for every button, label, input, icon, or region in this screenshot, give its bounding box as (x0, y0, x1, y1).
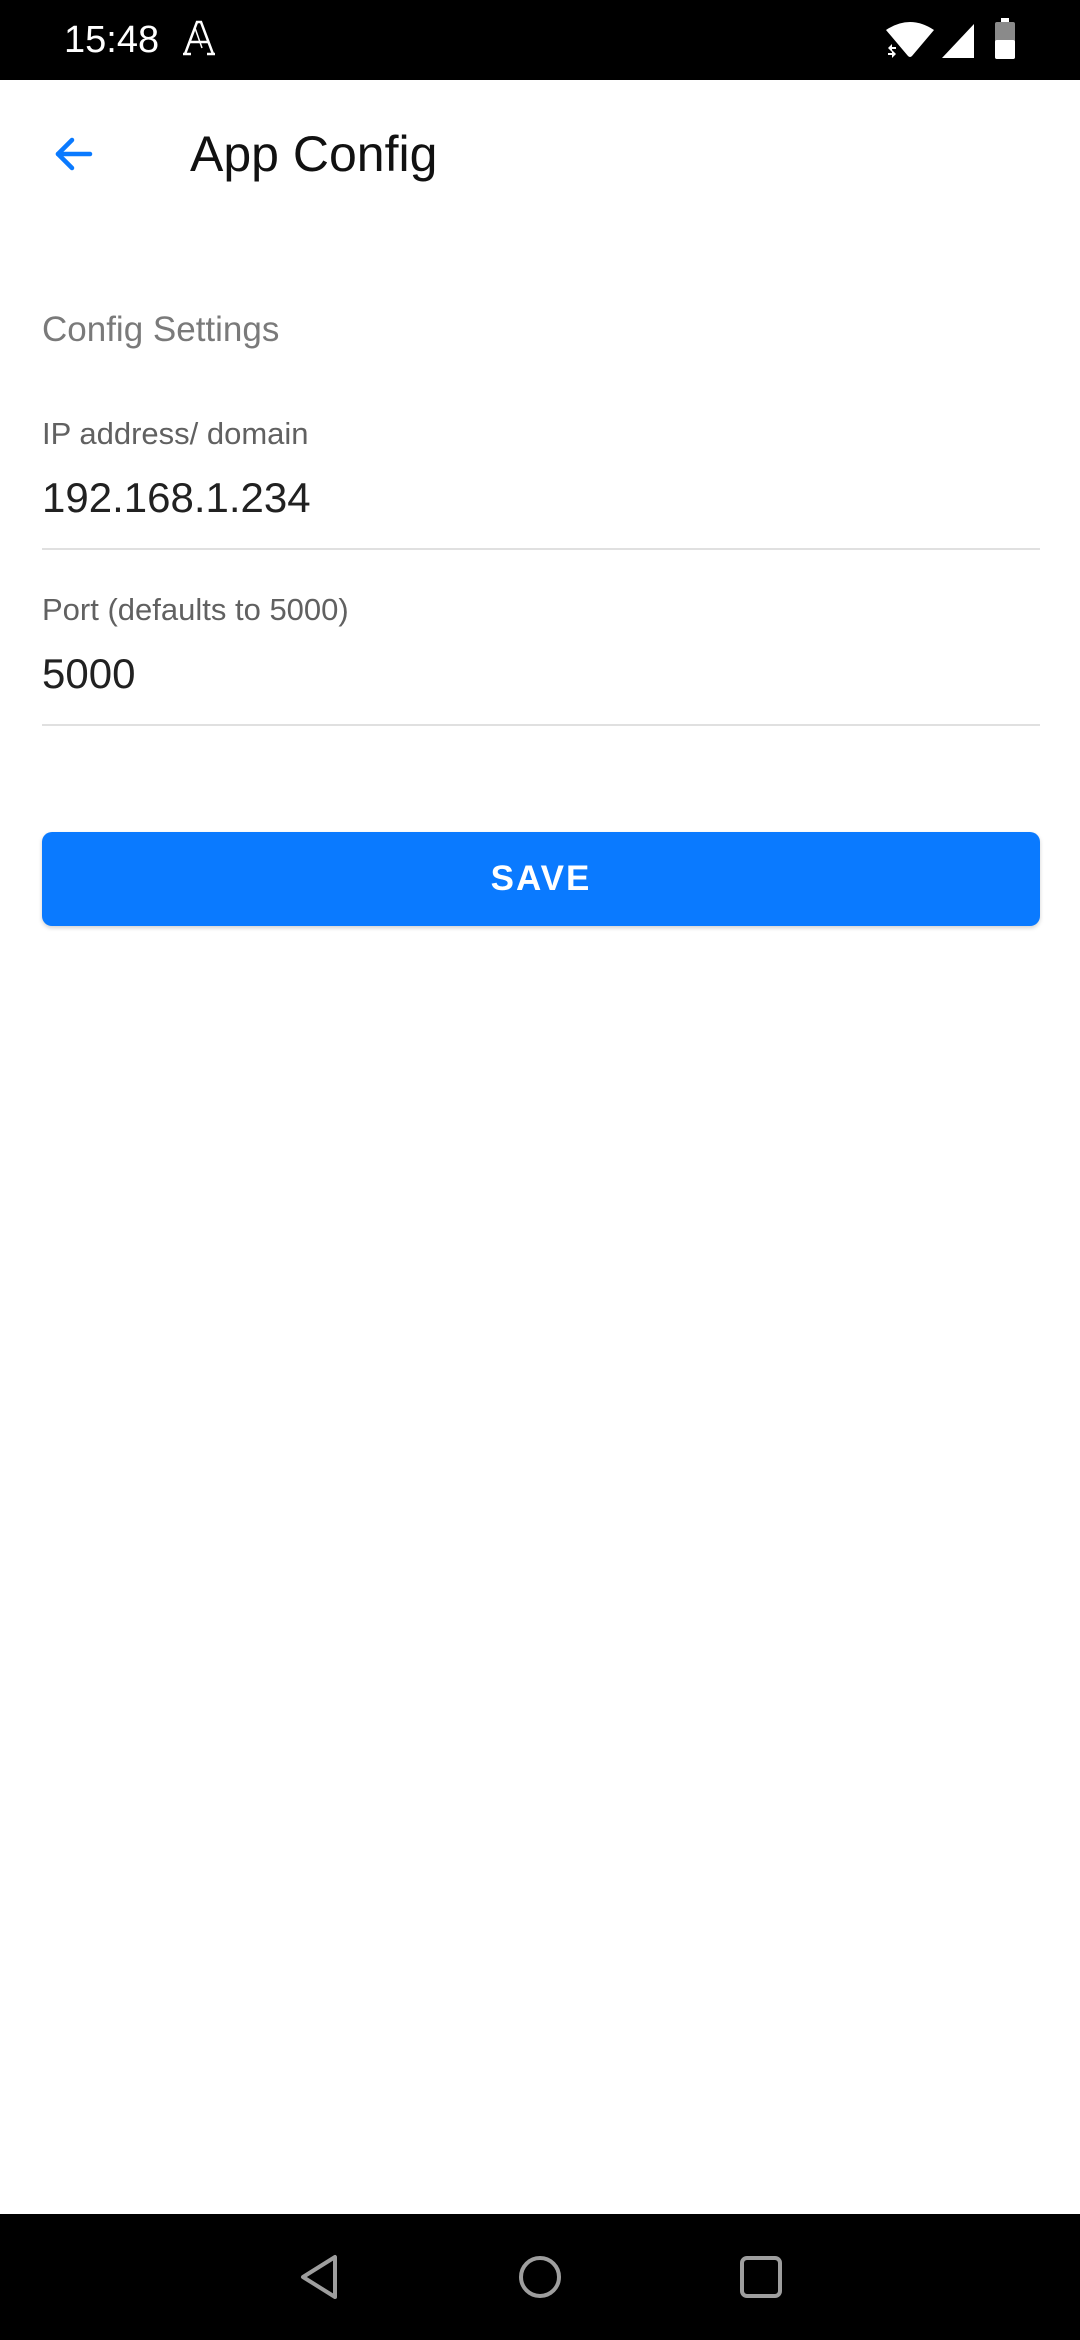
page-title: App Config (190, 126, 438, 182)
signal-icon (940, 20, 976, 60)
section-header: Config Settings (42, 310, 280, 349)
status-bar: 15:48 (0, 0, 1080, 80)
port-field: Port (defaults to 5000) (42, 590, 1040, 726)
ip-address-divider (42, 548, 1040, 550)
nav-recents-button[interactable] (728, 2244, 794, 2310)
a-icon (182, 18, 216, 58)
app-bar: App Config (0, 80, 1080, 228)
port-label: Port (defaults to 5000) (42, 592, 349, 627)
navigation-bar (0, 2214, 1080, 2340)
port-input[interactable] (42, 648, 1040, 700)
nav-recents-icon (733, 2249, 789, 2305)
save-button[interactable]: SAVE (42, 832, 1040, 926)
status-time: 15:48 (64, 19, 160, 61)
port-divider (42, 724, 1040, 726)
wifi-icon (884, 20, 936, 60)
nav-back-icon (293, 2249, 349, 2305)
ip-address-label: IP address/ domain (42, 416, 309, 451)
nav-home-button[interactable] (507, 2244, 573, 2310)
app-config-screen: 15:48 App Config Config Settings IP addr… (0, 0, 1080, 2340)
nav-back-button[interactable] (288, 2244, 354, 2310)
arrow-left-icon (50, 130, 98, 178)
back-button[interactable] (30, 110, 118, 198)
ip-address-field: IP address/ domain (42, 414, 1040, 550)
ip-address-input[interactable] (42, 472, 1040, 524)
nav-home-icon (512, 2249, 568, 2305)
battery-icon (994, 18, 1016, 60)
